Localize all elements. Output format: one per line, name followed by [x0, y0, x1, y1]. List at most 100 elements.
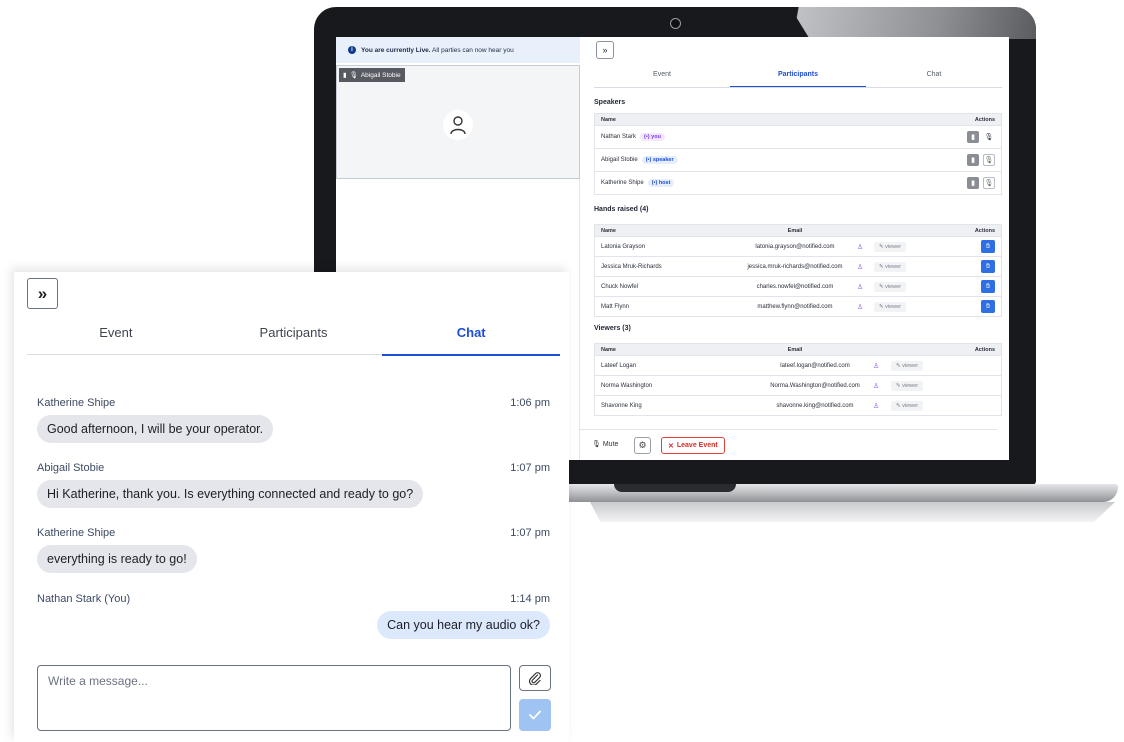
speaker-name: Abigail Stobie (•) speaker [601, 156, 678, 164]
message-bubble: Hi Katherine, thank you. Is everything c… [37, 480, 424, 508]
settings-gear-icon[interactable]: ⚙ [634, 437, 651, 454]
person-icon[interactable]: ♙ [873, 382, 879, 390]
role-tag: (•) host [647, 179, 675, 187]
attach-button[interactable] [519, 665, 551, 691]
expand-button[interactable]: » [27, 278, 58, 309]
message-bubble: everything is ready to go! [37, 545, 197, 573]
participants-panel: » Event Participants Chat Speakers Name … [592, 37, 1002, 460]
hand-raised-icon[interactable]: ✋︎ [981, 240, 995, 253]
panel-tab-event[interactable]: Event [594, 67, 730, 87]
hand-raised-icon[interactable]: ✋︎ [981, 280, 995, 293]
viewers-table: Name Email Actions Lateef Logan lateef.l… [594, 343, 1002, 416]
signal-button[interactable]: ▮ [967, 177, 979, 189]
video-tile-label: ▮ 🎙︎ Abigail Stobie [339, 68, 405, 82]
mic-button[interactable]: 🎙︎ [983, 154, 995, 166]
live-banner-text: All parties can now hear you [430, 46, 514, 54]
tab-chat[interactable]: Chat [382, 320, 561, 356]
hand-raised-icon[interactable]: ✋︎ [981, 260, 995, 273]
message-author: Abigail Stobie [37, 462, 105, 474]
close-icon: ✕ [668, 442, 674, 450]
avatar-icon [443, 110, 473, 140]
chat-message-own: Nathan Stark (You) 1:14 pm Can you hear … [37, 593, 550, 639]
person-icon[interactable]: ♙ [857, 283, 863, 291]
hands-raised-title: Hands raised (4) [594, 206, 649, 213]
message-input[interactable] [38, 666, 510, 696]
table-row: Matt Flynn matthew.flynn@notified.com ♙ … [594, 297, 1002, 317]
chat-message: Abigail Stobie 1:07 pm Hi Katherine, tha… [37, 462, 550, 508]
participant-email: shavonne.king@notified.com [776, 402, 854, 409]
speaker-name: Nathan Stark (•) you [601, 133, 665, 141]
video-tile-name: Abigail Stobie [360, 71, 401, 79]
viewer-pill[interactable]: ✎ viewer [874, 241, 907, 252]
live-banner-bold: You are currently Live. [361, 46, 431, 54]
hand-raised-icon[interactable]: ✋︎ [981, 300, 995, 313]
chat-message: Katherine Shipe 1:06 pm Good afternoon, … [37, 397, 550, 443]
message-compose-box[interactable] [37, 665, 511, 731]
person-icon[interactable]: ♙ [873, 362, 879, 370]
panel-expand-button[interactable]: » [596, 41, 614, 59]
table-row: Abigail Stobie (•) speaker ▮ 🎙︎ [594, 149, 1002, 172]
mic-icon[interactable]: 🎙︎ [983, 131, 995, 143]
participant-name: Shavonne King [601, 402, 642, 409]
participant-email: lateef.logan@notified.com [780, 362, 850, 369]
column-name: Name [601, 116, 616, 123]
message-author: Katherine Shipe [37, 397, 116, 409]
message-author: Nathan Stark (You) [37, 593, 131, 605]
tab-event[interactable]: Event [27, 320, 205, 354]
viewer-pill[interactable]: ✎ viewer [891, 380, 924, 391]
table-header: Name Email Actions [594, 343, 1002, 356]
person-icon[interactable]: ♙ [857, 303, 863, 311]
message-bubble: Good afternoon, I will be your operator. [37, 415, 274, 443]
leave-event-button[interactable]: ✕ Leave Event [661, 437, 725, 454]
mic-button[interactable]: 🎙︎ [983, 177, 995, 189]
participant-name: Latonia Grayson [601, 243, 646, 250]
column-email: Email [787, 346, 803, 353]
message-time: 1:14 pm [510, 593, 550, 605]
chat-message: Katherine Shipe 1:07 pm everything is re… [37, 527, 550, 573]
table-row: Katherine Shipe (•) host ▮ 🎙︎ [594, 172, 1002, 195]
column-actions: Actions [974, 346, 995, 353]
mic-icon: 🎙︎ [349, 72, 358, 79]
table-row: Jessica Mruk-Richards jessica.mruk-richa… [594, 257, 1002, 277]
person-icon[interactable]: ♙ [857, 243, 863, 251]
camera-icon [670, 18, 681, 29]
check-icon [529, 710, 541, 720]
mute-button[interactable]: 🎙︎ Mute [592, 440, 618, 448]
speaker-name: Katherine Shipe (•) host [601, 179, 675, 187]
viewer-pill[interactable]: ✎ viewer [874, 301, 907, 312]
panel-tab-participants[interactable]: Participants [730, 67, 866, 87]
person-icon[interactable]: ♙ [857, 263, 863, 271]
message-author: Katherine Shipe [37, 527, 116, 539]
participant-email: matthew.flynn@notified.com [757, 303, 833, 310]
table-row: Norma Washington Norma.Washington@notifi… [594, 376, 1002, 396]
info-icon: i [348, 46, 356, 54]
tab-participants[interactable]: Participants [205, 320, 383, 354]
table-row: Chuck Nowfel charles.nowfel@notified.com… [594, 277, 1002, 297]
viewer-pill[interactable]: ✎ viewer [891, 360, 924, 371]
table-row: Nathan Stark (•) you ▮ 🎙︎ [594, 126, 1002, 149]
panel-footer: 🎙︎ Mute ⚙ ✕ Leave Event [580, 429, 997, 460]
table-row: Lateef Logan lateef.logan@notified.com ♙… [594, 356, 1002, 376]
viewer-pill[interactable]: ✎ viewer [874, 281, 907, 292]
column-actions: Actions [974, 227, 995, 234]
panel-tab-chat[interactable]: Chat [866, 67, 1002, 87]
table-row: Shavonne King shavonne.king@notified.com… [594, 396, 1002, 416]
participant-email: jessica.mruk-richards@notified.com [747, 263, 843, 270]
video-tile[interactable]: ▮ 🎙︎ Abigail Stobie [336, 65, 580, 179]
table-header: Name Email Actions [594, 224, 1002, 237]
laptop-base-notch [614, 484, 736, 492]
participant-email: Norma.Washington@notified.com [770, 382, 860, 389]
column-name: Name [601, 346, 616, 353]
person-icon[interactable]: ♙ [873, 402, 879, 410]
speakers-title: Speakers [594, 99, 626, 106]
participant-name: Matt Flynn [601, 303, 630, 310]
message-time: 1:07 pm [510, 527, 550, 539]
send-button[interactable] [519, 699, 551, 731]
viewer-pill[interactable]: ✎ viewer [874, 261, 907, 272]
signal-button[interactable]: ▮ [967, 131, 979, 143]
column-name: Name [601, 227, 616, 234]
signal-button[interactable]: ▮ [967, 154, 979, 166]
participant-name: Jessica Mruk-Richards [601, 263, 662, 270]
viewers-title: Viewers (3) [594, 325, 631, 332]
viewer-pill[interactable]: ✎ viewer [891, 400, 924, 411]
